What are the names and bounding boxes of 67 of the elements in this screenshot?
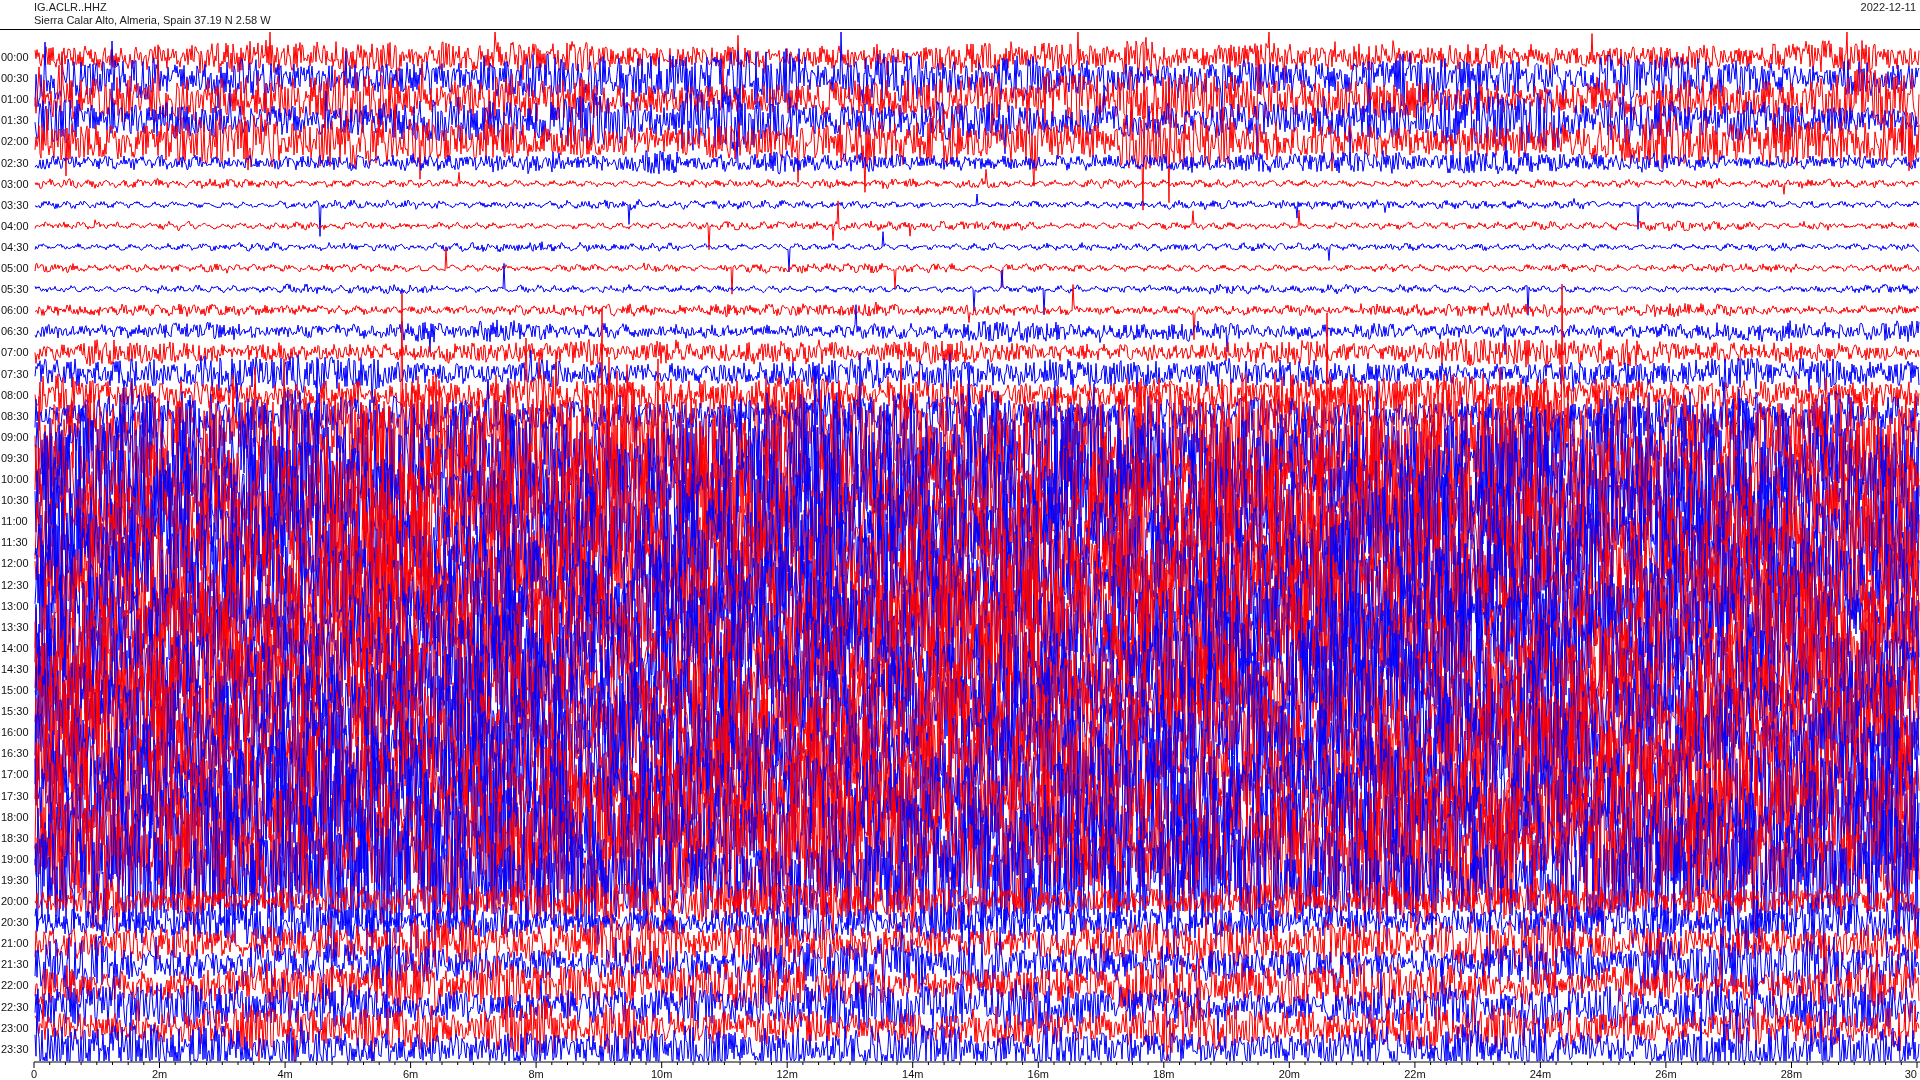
hour-label: 05:30 bbox=[1, 283, 29, 296]
hour-label: 13:30 bbox=[1, 620, 29, 633]
time-tick-label: 18m bbox=[1153, 1068, 1175, 1080]
hour-label: 01:30 bbox=[1, 114, 29, 127]
hour-label: 02:30 bbox=[1, 156, 29, 169]
time-tick-label: 22m bbox=[1404, 1068, 1426, 1080]
hour-label: 03:00 bbox=[1, 177, 29, 190]
hour-label: 09:30 bbox=[1, 451, 29, 464]
hour-label: 00:00 bbox=[1, 51, 29, 63]
time-tick-label: 30 bbox=[1904, 1068, 1917, 1080]
hour-label: 15:30 bbox=[1, 705, 29, 718]
hour-label: 20:00 bbox=[1, 895, 29, 907]
hour-label: 23:30 bbox=[1, 1042, 29, 1055]
hour-label: 22:30 bbox=[1, 1000, 29, 1013]
hour-label: 14:30 bbox=[1, 662, 29, 675]
hour-label: 10:00 bbox=[1, 473, 29, 485]
time-tick-label: 16m bbox=[1027, 1068, 1049, 1080]
hour-label: 17:00 bbox=[1, 768, 29, 781]
hour-label: 16:00 bbox=[1, 726, 29, 739]
station-location: Sierra Calar Alto, Almeria, Spain 37.19 N 2.58 W bbox=[34, 14, 271, 27]
hour-label: 03:30 bbox=[1, 198, 29, 211]
time-tick-label: 10m bbox=[650, 1068, 673, 1080]
hour-label: 08:30 bbox=[1, 409, 29, 422]
time-tick-label: 26m bbox=[1655, 1068, 1677, 1080]
hour-label: 12:00 bbox=[1, 557, 29, 570]
hour-label: 19:30 bbox=[1, 873, 29, 886]
time-tick-label: 24m bbox=[1529, 1068, 1552, 1080]
hour-label: 11:00 bbox=[1, 515, 28, 528]
hour-label: 08:00 bbox=[1, 388, 29, 401]
station-code: IG.ACLR..HHZ bbox=[34, 1, 108, 14]
hour-label: 04:00 bbox=[1, 219, 29, 232]
time-tick-label: 12m bbox=[776, 1068, 798, 1080]
hour-label: 16:30 bbox=[1, 747, 29, 760]
time-tick-label: 0 bbox=[30, 1068, 38, 1080]
time-tick-label: 8m bbox=[528, 1068, 544, 1080]
hour-label: 22:00 bbox=[1, 979, 29, 992]
hour-label: 13:00 bbox=[1, 599, 29, 612]
hour-label: 14:00 bbox=[1, 641, 29, 654]
time-tick-label: 28m bbox=[1780, 1068, 1803, 1080]
hour-label: 23:00 bbox=[1, 1021, 29, 1034]
hour-label: 06:30 bbox=[1, 325, 29, 338]
hour-label: 10:30 bbox=[1, 494, 29, 507]
time-tick-label: 2m bbox=[151, 1068, 168, 1080]
hour-label: 18:30 bbox=[1, 831, 29, 844]
hour-label: 21:30 bbox=[1, 958, 29, 971]
hour-label: 02:00 bbox=[1, 135, 29, 148]
hour-label: 07:30 bbox=[1, 367, 29, 380]
hour-label: 20:30 bbox=[1, 916, 29, 929]
time-tick-label: 20m bbox=[1278, 1068, 1301, 1080]
hour-label: 18:00 bbox=[1, 810, 29, 823]
time-tick-label: 4m bbox=[277, 1068, 293, 1080]
hour-label: 11:30 bbox=[1, 536, 28, 549]
hour-label: 01:00 bbox=[1, 93, 29, 106]
hour-label: 17:30 bbox=[1, 789, 29, 802]
plot-date: 2022-12-11 bbox=[1860, 0, 1916, 15]
hour-label: 12:30 bbox=[1, 578, 29, 591]
hour-label: 05:00 bbox=[1, 262, 29, 274]
hour-label: 00:30 bbox=[1, 72, 29, 85]
time-tick-label: 14m bbox=[902, 1068, 924, 1080]
hour-label: 21:00 bbox=[1, 937, 29, 950]
hour-label: 07:00 bbox=[1, 346, 29, 359]
hour-label: 06:00 bbox=[1, 304, 29, 317]
hour-label: 04:30 bbox=[1, 240, 29, 253]
hour-label: 15:00 bbox=[1, 684, 29, 696]
hour-label: 19:00 bbox=[1, 852, 29, 865]
hour-label: 09:00 bbox=[1, 430, 29, 443]
time-tick-label: 6m bbox=[402, 1068, 419, 1080]
